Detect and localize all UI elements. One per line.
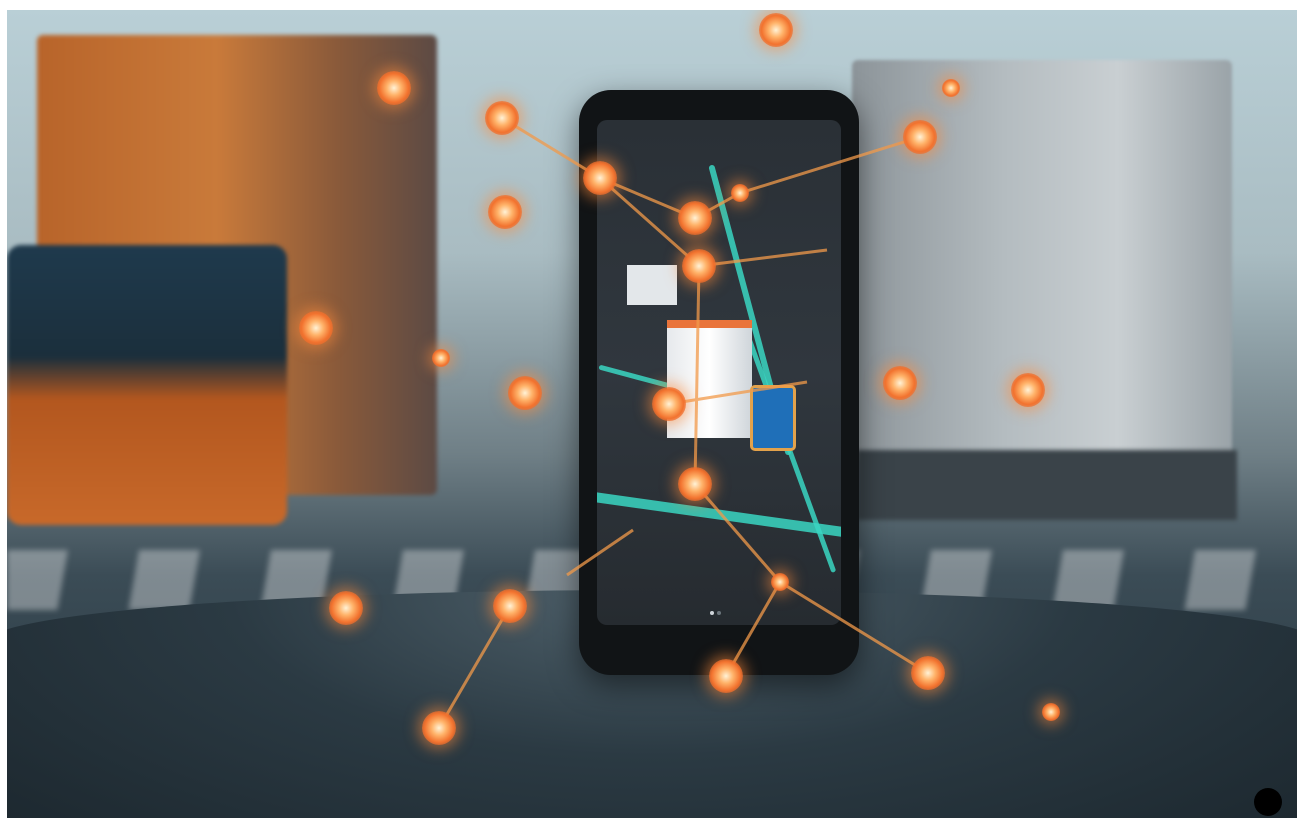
network-node <box>652 387 686 421</box>
network-node <box>678 201 712 235</box>
network-node <box>1042 703 1060 721</box>
network-node <box>377 71 411 105</box>
network-node <box>583 161 617 195</box>
network-node <box>493 589 527 623</box>
network-node <box>678 467 712 501</box>
network-node <box>731 184 749 202</box>
dot-icon[interactable] <box>1254 788 1282 816</box>
network-node <box>709 659 743 693</box>
network-node <box>422 711 456 745</box>
network-node <box>508 376 542 410</box>
network-node <box>903 120 937 154</box>
network-node <box>942 79 960 97</box>
network-node <box>299 311 333 345</box>
network-node <box>911 656 945 690</box>
network-node <box>682 249 716 283</box>
network-node <box>432 349 450 367</box>
network-links <box>437 116 929 729</box>
network-node <box>329 591 363 625</box>
network-node <box>759 13 793 47</box>
network-node <box>771 573 789 591</box>
network-node <box>1011 373 1045 407</box>
network-node <box>883 366 917 400</box>
network-node <box>485 101 519 135</box>
photo-frame <box>7 10 1297 818</box>
network-node <box>488 195 522 229</box>
